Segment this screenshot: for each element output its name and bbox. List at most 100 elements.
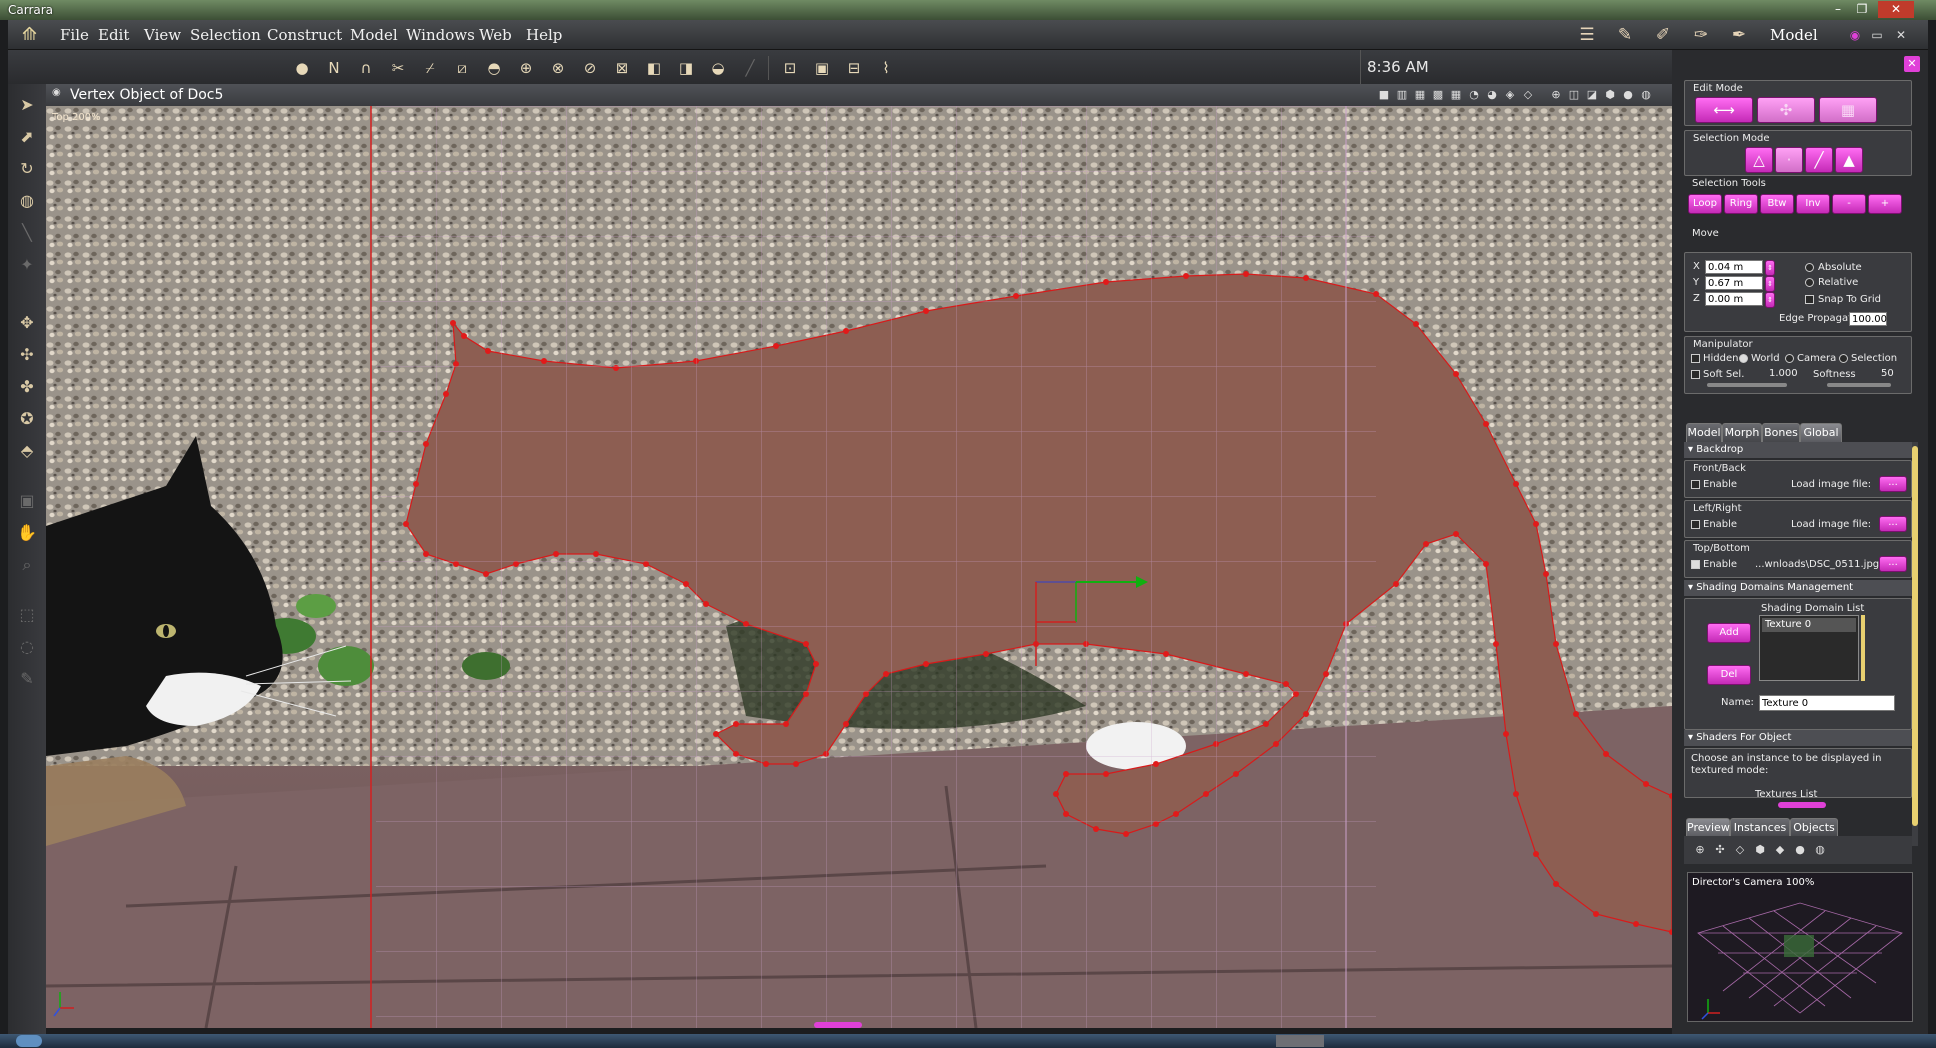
select-vertex-icon[interactable]: △ xyxy=(1745,147,1773,173)
tab-morph[interactable]: Morph xyxy=(1722,423,1762,442)
window-restore-icon[interactable]: ▭ xyxy=(1868,26,1886,44)
panel-scroll-thumb[interactable] xyxy=(1912,446,1918,826)
move-plane-icon[interactable]: ✥ xyxy=(14,310,40,336)
tab-objects[interactable]: Objects xyxy=(1790,818,1838,837)
camera-icon[interactable]: ▣ xyxy=(14,488,40,514)
panel-close-icon[interactable]: ✕ xyxy=(1904,56,1920,72)
preview-shade-icon[interactable]: ◆ xyxy=(1772,842,1788,858)
snap-to-grid-checkbox[interactable] xyxy=(1805,295,1814,304)
mesh-vertex[interactable] xyxy=(1503,731,1509,737)
panel-scrollbar[interactable] xyxy=(1912,442,1918,846)
mesh-vertex[interactable] xyxy=(1413,321,1419,327)
boolean-tool-icon[interactable]: ⊡ xyxy=(778,56,802,80)
flat-shade-icon[interactable]: ◪ xyxy=(1584,87,1600,103)
window-close-icon[interactable]: ✕ xyxy=(1892,26,1910,44)
invert-button[interactable]: Inv xyxy=(1796,194,1830,214)
relative-radio[interactable] xyxy=(1805,278,1814,287)
wire-view-icon[interactable]: ◇ xyxy=(1520,87,1536,103)
left-right-browse-button[interactable]: ... xyxy=(1879,516,1907,532)
mesh-vertex[interactable] xyxy=(1633,921,1639,927)
x-stepper[interactable]: ⇕ xyxy=(1765,260,1775,276)
menu-edit[interactable]: Edit xyxy=(98,20,129,50)
preview-smooth-icon[interactable]: ● xyxy=(1792,842,1808,858)
sweep-tool-icon[interactable]: ⊗ xyxy=(546,56,570,80)
delete-domain-button[interactable]: Del xyxy=(1707,665,1751,685)
storyboard-room-icon[interactable]: ✐ xyxy=(1650,24,1676,46)
line-tool-icon[interactable]: ╱ xyxy=(738,56,762,80)
select-edge-icon[interactable]: ╱ xyxy=(1805,147,1833,173)
preview-texture-icon[interactable]: ◍ xyxy=(1812,842,1828,858)
brush-tool-icon[interactable]: ✦ xyxy=(14,252,40,278)
selection-radio[interactable] xyxy=(1839,354,1848,363)
magnet-tool-icon[interactable]: ∩ xyxy=(354,56,378,80)
mesh-vertex[interactable] xyxy=(1423,541,1429,547)
edge-propagation-field[interactable]: 100.00 xyxy=(1849,312,1887,326)
extrude-tool-icon[interactable]: ⧄ xyxy=(450,56,474,80)
scissors-tool-icon[interactable]: ✂ xyxy=(386,56,410,80)
mesh-vertex[interactable] xyxy=(1533,521,1539,527)
top-bottom-enable-checkbox[interactable] xyxy=(1691,560,1700,569)
menu-view[interactable]: View xyxy=(144,20,181,50)
z-field[interactable]: 0.00 m xyxy=(1705,292,1763,306)
move-xy-icon[interactable]: ✤ xyxy=(14,374,40,400)
start-button[interactable] xyxy=(16,1035,42,1047)
mesh-vertex[interactable] xyxy=(1483,561,1489,567)
shield-view-icon[interactable]: ◈ xyxy=(1502,87,1518,103)
select-arrow-icon[interactable]: ➤ xyxy=(14,92,40,118)
twist-modifier-icon[interactable]: ⌇ xyxy=(874,56,898,80)
grid-view-icon[interactable]: ▦ xyxy=(1448,87,1464,103)
z-stepper[interactable]: ⇕ xyxy=(1765,292,1775,308)
smooth-shade-icon[interactable]: ● xyxy=(1620,87,1636,103)
light-view-icon[interactable]: ◕ xyxy=(1484,87,1500,103)
grow-button[interactable]: + xyxy=(1868,194,1902,214)
menu-model[interactable]: Model xyxy=(350,20,398,50)
move-tool-icon[interactable]: ⬈ xyxy=(14,124,40,150)
single-view-icon[interactable]: ■ xyxy=(1376,87,1392,103)
camera-radio[interactable] xyxy=(1785,354,1794,363)
shading-list-scrollbar[interactable] xyxy=(1861,615,1865,681)
3d-viewport[interactable]: Top 200% xyxy=(46,106,1672,1028)
mesh-vertex[interactable] xyxy=(1493,641,1499,647)
texture-shade-icon[interactable]: ◍ xyxy=(1638,87,1654,103)
lathe-tool-icon[interactable]: ⊕ xyxy=(514,56,538,80)
knife-tool-icon[interactable]: ⌿ xyxy=(418,56,442,80)
scale-tool-icon[interactable]: ◍ xyxy=(14,188,40,214)
mesh-vertex[interactable] xyxy=(1643,781,1649,787)
smooth-tool-icon[interactable]: ⊘ xyxy=(578,56,602,80)
zoom-icon[interactable]: ⌕ xyxy=(14,552,40,578)
mesh-vertex[interactable] xyxy=(1553,881,1559,887)
softness-slider[interactable] xyxy=(1827,383,1891,387)
mesh-vertex[interactable] xyxy=(1603,751,1609,757)
mesh-vertex[interactable] xyxy=(1513,481,1519,487)
front-back-enable-checkbox[interactable] xyxy=(1691,480,1700,489)
subdivide-tool-icon[interactable]: ⊠ xyxy=(610,56,634,80)
bevel-tool-icon[interactable]: ◓ xyxy=(482,56,506,80)
panel-splitter-handle[interactable] xyxy=(1778,802,1826,808)
bounding-box-icon[interactable]: ◫ xyxy=(1566,87,1582,103)
ring-button[interactable]: Ring xyxy=(1724,194,1758,214)
shading-domain-item[interactable]: Texture 0 xyxy=(1762,618,1856,632)
box-modifier-icon[interactable]: ▣ xyxy=(810,56,834,80)
tab-bones[interactable]: Bones xyxy=(1762,423,1800,442)
loop-button[interactable]: Loop xyxy=(1688,194,1722,214)
triple-view-icon[interactable]: ▦ xyxy=(1412,87,1428,103)
texture-tool-icon[interactable]: ⬘ xyxy=(14,438,40,464)
texture-room-icon[interactable]: ✑ xyxy=(1688,24,1714,46)
taskbar-app-item[interactable] xyxy=(1276,1035,1324,1047)
pen-tool-icon[interactable]: N xyxy=(322,56,346,80)
dual-view-icon[interactable]: ▥ xyxy=(1394,87,1410,103)
select-face-icon[interactable]: ▲ xyxy=(1835,147,1863,173)
hidden-checkbox[interactable] xyxy=(1691,354,1700,363)
menu-help[interactable]: Help xyxy=(526,20,562,50)
model-room-icon[interactable]: ✎ xyxy=(1612,24,1638,46)
soft-selection-slider[interactable] xyxy=(1707,383,1787,387)
shading-domain-list[interactable]: Texture 0 xyxy=(1759,615,1859,681)
select-point-icon[interactable]: · xyxy=(1775,147,1803,173)
mesh-vertex[interactable] xyxy=(1543,571,1549,577)
weld-tool-icon[interactable]: ◨ xyxy=(674,56,698,80)
viewport-canvas[interactable] xyxy=(46,106,1672,1028)
mesh-vertex[interactable] xyxy=(1393,581,1399,587)
mesh-vertex[interactable] xyxy=(1533,851,1539,857)
stretch-tool-icon[interactable]: ╲ xyxy=(14,220,40,246)
render-room-icon[interactable]: ✒ xyxy=(1726,24,1752,46)
